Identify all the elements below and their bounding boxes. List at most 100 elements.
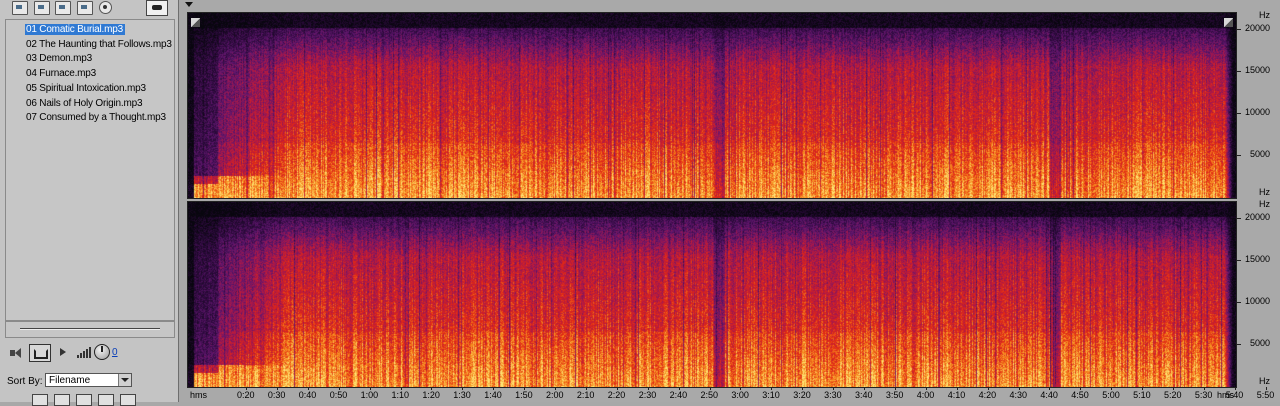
file-list-item[interactable]: 03 Demon.mp3 (25, 52, 177, 65)
time-tick-mark (307, 387, 309, 390)
file-name: 04 Furnace.mp3 (26, 68, 97, 80)
frequency-tick-label: 15000 (1244, 254, 1270, 265)
frequency-unit-label: Hz (1259, 376, 1270, 386)
volume-knob[interactable] (94, 344, 110, 360)
frequency-tick-mark (1237, 29, 1241, 31)
chevron-down-icon[interactable] (118, 374, 131, 386)
time-tick-mark (493, 387, 495, 390)
file-name: 07 Consumed by a Thought.mp3 (26, 112, 166, 124)
fade-in-handle-icon[interactable] (191, 18, 200, 27)
frequency-tick-label: 20000 (1244, 212, 1270, 223)
sort-by-label: Sort By: (7, 376, 43, 387)
volume-value-link[interactable]: 0 (112, 347, 118, 358)
time-unit-label: hms (1217, 390, 1235, 400)
bottom-tool-1-icon[interactable] (32, 394, 48, 406)
time-tick-mark (1203, 387, 1205, 390)
bottom-tool-3-icon[interactable] (76, 394, 92, 406)
bottom-tool-4-icon[interactable] (98, 394, 114, 406)
bottom-toolbar (0, 393, 178, 406)
time-tick-label: 3:10 (762, 390, 780, 400)
view-toggle-icon[interactable] (146, 0, 168, 16)
time-tick-mark (555, 387, 556, 390)
sort-bar: Sort By: Filename (0, 370, 178, 392)
file-list-item[interactable]: 04 Furnace.mp3 (25, 67, 177, 80)
frequency-tick-mark (1237, 155, 1241, 157)
export-icon[interactable] (77, 1, 93, 15)
time-tick-mark (1142, 387, 1144, 390)
frequency-tick-mark (1237, 302, 1241, 304)
time-tick-label: 5:20 (1164, 390, 1182, 400)
import-icon[interactable] (55, 1, 71, 15)
time-tick-label: 5:30 (1194, 390, 1213, 400)
frequency-tick-label: 15000 (1244, 65, 1270, 76)
file-list-item[interactable]: 01 Comatic Burial.mp3 (25, 23, 177, 36)
file-name: 01 Comatic Burial.mp3 (25, 24, 125, 35)
autoplay-speaker-icon[interactable] (10, 348, 24, 358)
time-tick-mark (369, 387, 371, 390)
time-tick-mark (616, 387, 618, 390)
time-tick-label: 3:50 (885, 390, 904, 400)
frequency-tick-label: 20000 (1244, 23, 1270, 34)
time-unit-label: hms (190, 390, 208, 400)
close-file-icon[interactable] (34, 1, 50, 15)
time-tick-label: 2:50 (700, 390, 719, 400)
time-tick-label: 3:30 (824, 390, 842, 400)
frequency-unit-label: Hz (1259, 199, 1270, 209)
loop-button[interactable] (29, 344, 51, 362)
bottom-tool-5-icon[interactable] (120, 394, 136, 406)
file-name: 05 Spiritual Intoxication.mp3 (26, 82, 146, 94)
playhead-marker-icon[interactable] (185, 2, 193, 7)
time-tick-label: 3:40 (855, 390, 873, 400)
file-list-item[interactable]: 07 Consumed by a Thought.mp3 (25, 111, 177, 124)
time-tick-mark (1111, 387, 1113, 390)
time-tick-label: 2:00 (546, 390, 564, 400)
time-tick-label: 4:50 (1071, 390, 1089, 400)
spectrogram-left-channel[interactable] (187, 12, 1237, 199)
frequency-axis-right: Hz Hz 20000 15000 10000 5000 (1237, 199, 1280, 386)
time-tick-mark (647, 387, 649, 390)
frequency-tick-mark (1237, 113, 1241, 115)
time-tick-label: 4:10 (947, 390, 966, 400)
time-tick-mark (894, 387, 896, 390)
time-tick-mark (925, 387, 927, 390)
play-icon[interactable] (60, 348, 66, 356)
file-list-item[interactable]: 05 Spiritual Intoxication.mp3 (25, 82, 177, 95)
spectrogram-right-channel[interactable] (187, 201, 1237, 388)
time-tick-mark (338, 387, 340, 390)
time-tick-label: 2:30 (638, 390, 657, 400)
frequency-tick-label: 5000 (1249, 338, 1270, 349)
file-list-item[interactable]: 02 The Haunting that Follows.mp3 (25, 38, 177, 51)
open-file-icon[interactable] (12, 1, 28, 15)
spectrogram-canvas-right[interactable] (188, 202, 1236, 387)
time-tick-mark (833, 387, 835, 390)
time-tick-mark (1018, 387, 1020, 390)
preview-transport: 0 (0, 340, 178, 368)
time-tick-label: 2:10 (576, 390, 595, 400)
spectrogram-canvas-left[interactable] (188, 13, 1236, 198)
time-tick-label: 4:20 (978, 390, 997, 400)
time-tick-label: 1:50 (515, 390, 533, 400)
time-tick-mark (524, 387, 526, 390)
frequency-tick-label: 10000 (1244, 107, 1270, 118)
time-tick-label: 0:40 (298, 390, 317, 400)
time-tick-mark (1173, 387, 1174, 390)
time-tick-label: 1:00 (360, 390, 379, 400)
time-tick-label: 4:00 (916, 390, 935, 400)
sort-selected-value: Filename (49, 375, 91, 386)
time-tick-label: 1:20 (422, 390, 440, 400)
splitter-line (20, 328, 160, 330)
disc-icon[interactable] (99, 1, 112, 14)
fade-out-handle-icon[interactable] (1224, 18, 1233, 27)
time-tick-label: 0:20 (237, 390, 255, 400)
time-tick-mark (740, 387, 742, 390)
time-tick-mark (431, 387, 433, 390)
volume-bars-icon (77, 346, 91, 358)
frequency-tick-mark (1237, 218, 1241, 220)
files-panel: 01 Comatic Burial.mp3 02 The Haunting tha… (0, 0, 179, 406)
file-list-item[interactable]: 06 Nails of Holy Origin.mp3 (25, 97, 177, 110)
panel-splitter[interactable] (5, 321, 175, 338)
sort-select[interactable]: Filename (45, 373, 132, 387)
files-toolbar (0, 0, 178, 18)
time-tick-label: 5:10 (1133, 390, 1151, 400)
bottom-tool-2-icon[interactable] (54, 394, 70, 406)
